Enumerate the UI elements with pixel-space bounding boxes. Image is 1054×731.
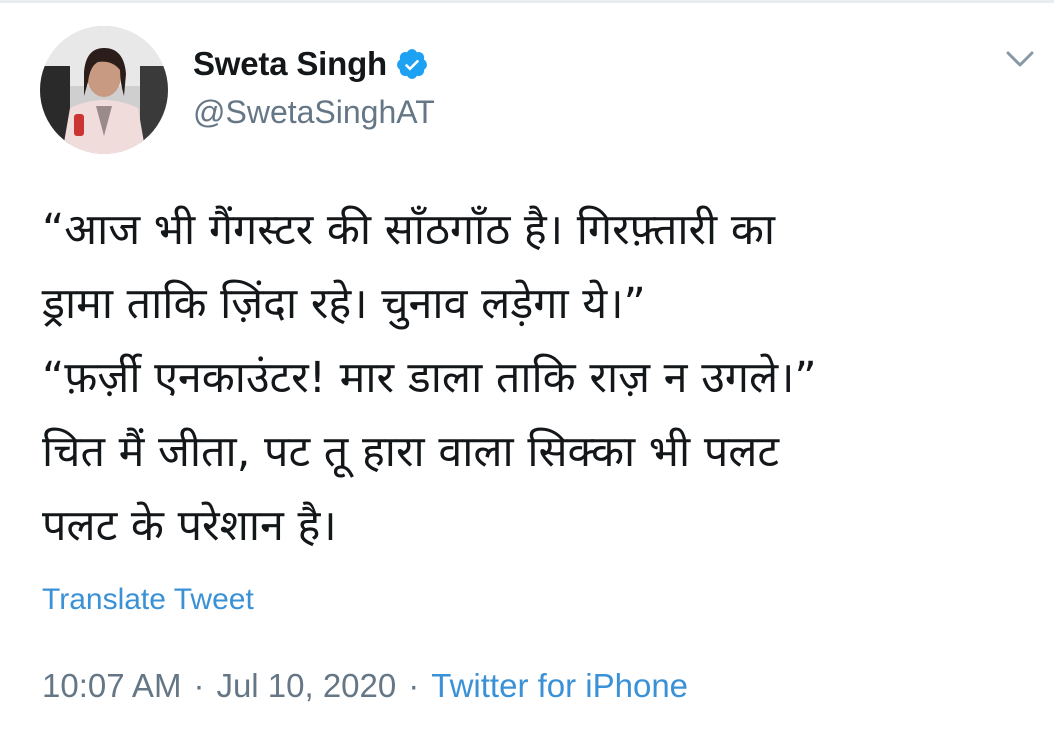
chevron-down-icon[interactable]	[1002, 43, 1038, 73]
tweet-card: Sweta Singh @SwetaSinghAT “आज भी गैंगस्ट…	[0, 0, 1054, 731]
tweet-line: ड्रामा ताकि ज़िंदा रहे। चुनाव लड़ेगा ये।…	[42, 279, 646, 329]
tweet-line: “आज भी गैंगस्टर की साँठगाँठ है। गिरफ़्ता…	[42, 205, 776, 255]
meta-separator: ·	[193, 667, 205, 704]
author-handle[interactable]: @SwetaSinghAT	[193, 94, 435, 131]
tweet-source-link[interactable]: Twitter for iPhone	[431, 667, 688, 704]
tweet-meta: 10:07 AM · Jul 10, 2020 · Twitter for iPhone	[42, 667, 688, 705]
verified-badge-icon	[397, 49, 427, 79]
translate-tweet-link[interactable]: Translate Tweet	[42, 583, 254, 617]
display-name[interactable]: Sweta Singh	[193, 45, 387, 83]
meta-separator: ·	[408, 667, 420, 704]
avatar[interactable]	[40, 26, 168, 154]
tweet-line: पलट के परेशान है।	[42, 501, 337, 551]
tweet-line: “फ़र्ज़ी एनकाउंटर! मार डाला ताकि राज़ न …	[42, 353, 817, 403]
profile-photo-icon	[40, 26, 168, 154]
tweet-date: Jul 10, 2020	[216, 667, 397, 704]
tweet-line: चित मैं जीता, पट तू हारा वाला सिक्का भी …	[42, 427, 780, 477]
tweet-text: “आज भी गैंगस्टर की साँठगाँठ है। गिरफ़्ता…	[42, 193, 1017, 563]
author-name-row[interactable]: Sweta Singh	[193, 43, 429, 85]
tweet-time: 10:07 AM	[42, 667, 182, 704]
